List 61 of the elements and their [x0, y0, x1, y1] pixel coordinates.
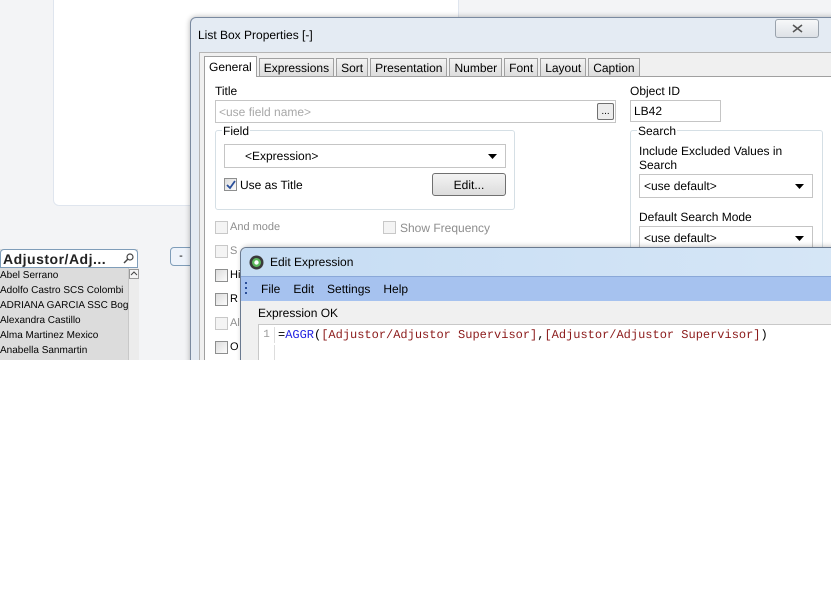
list-item[interactable]: ADRIANA GARCIA SSC Bog: [0, 298, 128, 313]
group-label: Search: [637, 125, 678, 137]
field-label: Include Excluded Values in Search: [639, 144, 784, 172]
dropdown-caret-icon: [488, 154, 497, 158]
checkbox[interactable]: [215, 293, 228, 306]
dropdown-caret-icon: [795, 236, 804, 240]
dropdown-caret-icon: [795, 184, 804, 188]
field-label: Default Search Mode: [639, 210, 753, 224]
checkbox-label: Hi: [230, 268, 240, 284]
field-label: Object ID: [630, 84, 682, 98]
code-line: =AGGR([Adjustor/Adjustor Supervisor],[Adjustor/Adjustor Supervisor]): [277, 327, 768, 344]
code-editor[interactable]: 1 =AGGR([Adjustor/Adjustor Supervisor],[Adjustor/Adjustor Supervisor]): [258, 324, 831, 360]
menu-item[interactable]: Help: [383, 280, 408, 298]
list-box-title: Adjustor/Adj...: [3, 252, 106, 266]
menu-item[interactable]: File: [261, 280, 280, 298]
checkbox[interactable]: [224, 178, 237, 191]
tab[interactable]: Number: [449, 58, 502, 76]
line-number: 1: [259, 326, 275, 344]
list-item[interactable]: Alexandra Castillo: [0, 313, 128, 328]
dialog-title: List Box Properties [-]: [198, 27, 313, 44]
tab[interactable]: Caption: [588, 58, 640, 76]
placeholder-text: <use field name>: [219, 104, 312, 120]
list-item[interactable]: Alma Martinez Mexico: [0, 328, 128, 343]
tab[interactable]: Font: [504, 58, 538, 76]
checkbox-label: Use as Title: [240, 176, 303, 194]
menu-item[interactable]: Settings: [327, 280, 370, 298]
scroll-up-icon[interactable]: [129, 269, 140, 279]
tab[interactable]: General: [204, 56, 257, 77]
field-label: Title: [215, 84, 238, 98]
close-icon: [792, 24, 802, 33]
app-logo-icon: [249, 254, 264, 270]
tab[interactable]: Presentation: [370, 58, 448, 76]
scrollbar[interactable]: [128, 268, 140, 360]
object-id-field[interactable]: LB42: [630, 100, 721, 122]
checkbox-label: O: [230, 340, 239, 356]
checkbox-label: S: [230, 244, 238, 260]
status-text: Expression OK: [257, 305, 340, 320]
close-button[interactable]: [775, 19, 819, 38]
list-item[interactable]: Anabella Sanmartin: [0, 343, 128, 358]
window-title: Edit Expression: [270, 254, 354, 271]
checkbox-label: R: [230, 292, 238, 308]
checkmark-icon: [226, 180, 236, 190]
menu-item[interactable]: Edit: [293, 280, 314, 298]
browse-button[interactable]: ...: [597, 103, 614, 120]
list-item[interactable]: Abel Serrano: [0, 268, 128, 283]
group-label: Field: [222, 125, 250, 137]
dropdown[interactable]: <Expression>: [224, 144, 506, 168]
checkbox[interactable]: [215, 341, 228, 354]
list-item[interactable]: Adolfo Castro SCS Colombi: [0, 283, 128, 298]
dropdown[interactable]: <use default>: [639, 174, 813, 198]
tab[interactable]: Expressions: [258, 58, 334, 76]
tab[interactable]: Sort: [336, 58, 368, 76]
search-icon[interactable]: [123, 253, 134, 264]
checkbox[interactable]: [215, 269, 228, 282]
checkbox-label: Show Frequency: [400, 220, 490, 236]
tab[interactable]: Layout: [540, 58, 586, 76]
grip-icon: [245, 282, 248, 296]
checkbox-label: Al: [230, 316, 240, 332]
title-field[interactable]: <use field name> ...: [215, 100, 616, 123]
edit-button[interactable]: Edit...: [432, 173, 506, 196]
checkbox-label: And mode: [230, 220, 280, 236]
